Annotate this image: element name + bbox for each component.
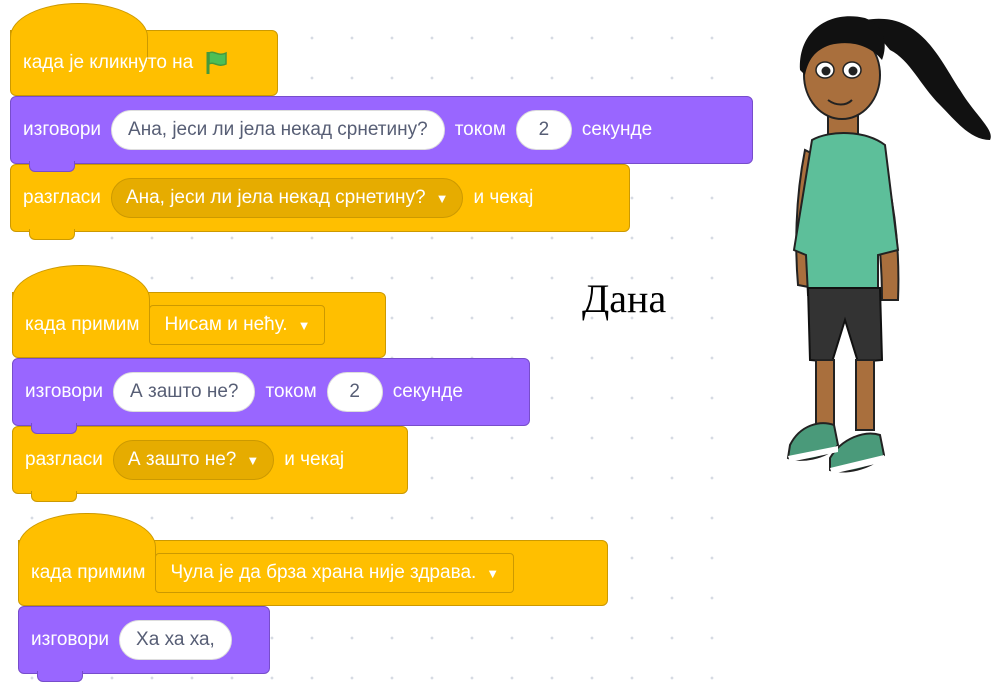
broadcast-message-dropdown[interactable]: А зашто не? ▼ (112, 440, 275, 480)
hat-label: када примим (31, 562, 146, 583)
receive-message-dropdown[interactable]: Нисам и нећу. ▼ (149, 305, 326, 345)
say-for-seconds-block[interactable]: изговори А зашто не? током 2 секунде (12, 358, 530, 434)
say-label: изговори (25, 381, 104, 402)
for-label: током (265, 381, 317, 402)
seconds-input[interactable]: 2 (326, 372, 383, 412)
dropdown-value: Чула је да брза храна није здрава. (170, 562, 477, 583)
wait-label: и чекај (284, 449, 345, 470)
dropdown-value: Ана, јеси ли јела некад срнетину? (125, 187, 426, 208)
caret-down-icon: ▼ (435, 190, 449, 206)
when-i-receive-block[interactable]: када примим Нисам и нећу. ▼ (12, 265, 386, 358)
say-text-input[interactable]: А зашто не? (113, 372, 256, 412)
sprite-name: Дана (582, 276, 667, 321)
caret-down-icon: ▼ (246, 452, 260, 468)
receive-message-dropdown[interactable]: Чула је да брза храна није здрава. ▼ (155, 553, 515, 593)
say-block[interactable]: изговори Ха ха ха, (18, 606, 270, 682)
green-flag-icon (206, 51, 227, 74)
broadcast-label: разгласи (25, 449, 103, 470)
seconds-label: секунде (392, 381, 463, 402)
broadcast-label: разгласи (23, 187, 101, 208)
broadcast-message-dropdown[interactable]: Ана, јеси ли јела некад срнетину? ▼ (110, 178, 464, 218)
say-label: изговори (31, 629, 110, 650)
dropdown-value: Нисам и нећу. (164, 314, 288, 335)
for-label: током (454, 119, 506, 140)
say-text-input[interactable]: Ана, јеси ли јела некад срнетину? (111, 110, 445, 150)
broadcast-and-wait-block[interactable]: разгласи Ана, јеси ли јела некад срнетин… (10, 164, 630, 240)
when-i-receive-block[interactable]: када примим Чула је да брза храна није з… (18, 513, 608, 606)
when-flag-clicked-block[interactable]: када је кликнуто на (10, 3, 278, 96)
say-text-input[interactable]: Ха ха ха, (119, 620, 232, 660)
sprite-character-image[interactable] (770, 0, 1000, 480)
hat-label: када примим (25, 314, 140, 335)
say-label: изговори (23, 119, 102, 140)
wait-label: и чекај (473, 187, 534, 208)
hat-label: када је кликнуто на (23, 52, 194, 73)
caret-down-icon: ▼ (486, 565, 500, 581)
seconds-label: секунде (581, 119, 653, 140)
say-for-seconds-block[interactable]: изговори Ана, јеси ли јела некад срнетин… (10, 96, 753, 172)
dropdown-value: А зашто не? (127, 449, 237, 470)
caret-down-icon: ▼ (297, 317, 311, 333)
broadcast-and-wait-block[interactable]: разгласи А зашто не? ▼ и чекај (12, 426, 408, 502)
seconds-input[interactable]: 2 (515, 110, 572, 150)
